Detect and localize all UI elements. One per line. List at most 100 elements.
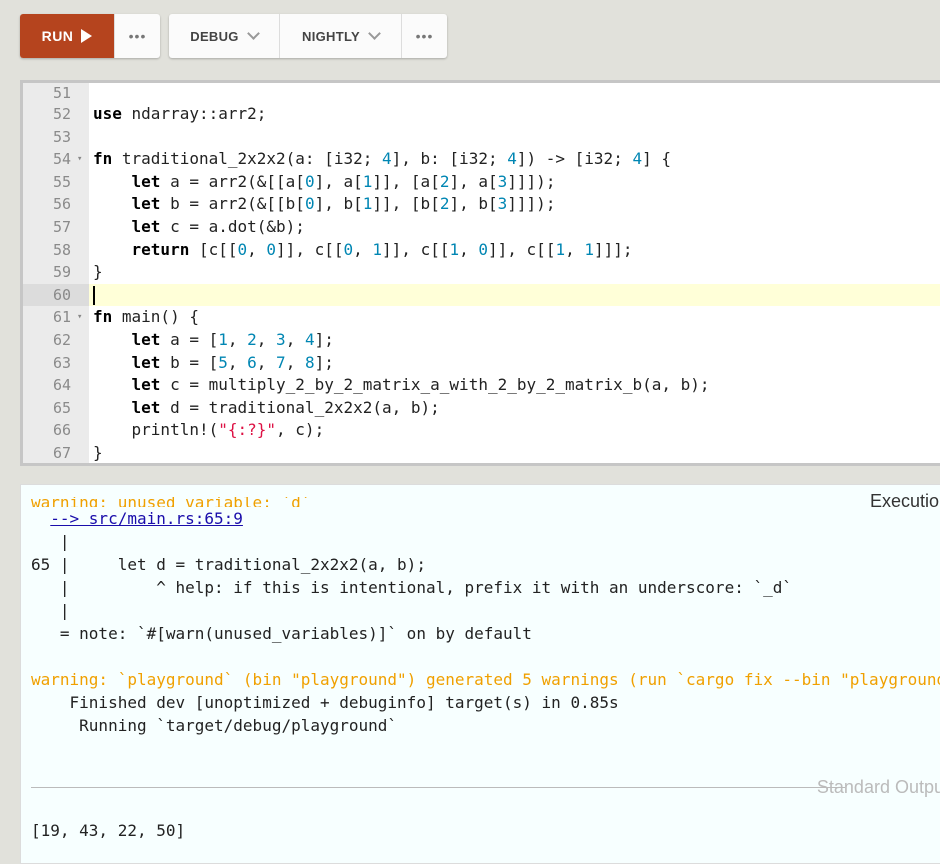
number-literal: 0 xyxy=(304,171,315,191)
code-line[interactable]: 62 let a = [1, 2, 3, 4]; xyxy=(23,329,940,352)
number-literal: 0 xyxy=(304,194,315,214)
line-number: 64 xyxy=(52,376,71,395)
code-line[interactable]: 65 let d = traditional_2x2x2(a, b); xyxy=(23,397,940,420)
number-literal: 0 xyxy=(478,239,489,259)
number-literal: 3 xyxy=(497,171,508,191)
code-text: let b = [5, 6, 7, 8]; xyxy=(131,352,334,372)
number-literal: 7 xyxy=(276,352,286,372)
line-number: 54 xyxy=(52,150,71,169)
number-literal: 0 xyxy=(266,239,277,259)
string-literal: "{:?}" xyxy=(218,420,277,440)
stdout-result: [19, 43, 22, 50] xyxy=(31,821,186,840)
number-literal: 3 xyxy=(497,194,508,214)
code-line[interactable]: 66 println!("{:?}", c); xyxy=(23,419,940,442)
keyword: fn xyxy=(93,307,113,327)
number-literal: 5 xyxy=(218,352,228,372)
build-mode-button[interactable]: DEBUG xyxy=(169,14,279,58)
code-line[interactable]: 55 let a = arr2(&[[a[0], a[1]], [a[2], a… xyxy=(23,171,940,194)
output-line: Finished dev [unoptimized + debuginfo] t… xyxy=(31,693,619,712)
number-literal: 4 xyxy=(507,149,517,169)
line-number: 65 xyxy=(52,398,71,417)
number-literal: 1 xyxy=(362,194,373,214)
code-lines: 51 52 use ndarray::arr2; 53 54 ▾ fn traditiona… xyxy=(23,83,940,463)
keyword: return xyxy=(131,239,190,259)
code-line[interactable]: 53 xyxy=(23,126,940,149)
code-line[interactable]: 58 return [c[[0, 0]], c[[0, 1]], c[[1, 0… xyxy=(23,239,940,262)
build-mode-label: DEBUG xyxy=(190,28,239,44)
output-panel: Execution warning: unused variable: `d` … xyxy=(20,484,940,864)
code-line[interactable]: 54 ▾ fn traditional_2x2x2(a: [i32; 4], b: … xyxy=(23,148,940,171)
code-text: let d = traditional_2x2x2(a, b); xyxy=(131,397,440,417)
text-cursor xyxy=(93,285,95,305)
source-location-link[interactable]: --> src/main.rs:65:9 xyxy=(31,507,940,530)
output-line: | ^ help: if this is intentional, prefix… xyxy=(31,578,792,597)
line-number: 63 xyxy=(52,353,71,372)
keyword: let xyxy=(131,375,161,395)
number-literal: 6 xyxy=(247,352,257,372)
output-divider xyxy=(31,787,845,788)
line-number: 62 xyxy=(52,330,71,349)
run-button[interactable]: RUN xyxy=(20,14,114,58)
code-line[interactable]: 52 use ndarray::arr2; xyxy=(23,103,940,126)
line-number: 61 xyxy=(52,308,71,327)
code-text: let a = [1, 2, 3, 4]; xyxy=(131,329,334,349)
code-line[interactable]: 56 let b = arr2(&[[b[0], b[1]], [b[2], b… xyxy=(23,193,940,216)
chevron-down-icon xyxy=(246,27,260,40)
keyword: let xyxy=(131,216,161,236)
play-icon xyxy=(81,29,93,43)
code-text: let c = multiply_2_by_2_matrix_a_with_2_… xyxy=(131,375,710,395)
code-line[interactable]: 60 xyxy=(23,283,940,307)
code-line[interactable]: 51 xyxy=(23,83,940,103)
code-line[interactable]: 64 let c = multiply_2_by_2_matrix_a_with… xyxy=(23,374,940,397)
output-line: = note: `#[warn(unused_variables)]` on b… xyxy=(31,624,532,643)
line-number: 52 xyxy=(52,105,71,123)
keyword: use xyxy=(93,104,122,123)
code-line[interactable]: 63 let b = [5, 6, 7, 8]; xyxy=(23,352,940,375)
code-text: fn main() { xyxy=(93,307,199,327)
config-more-button[interactable]: ••• xyxy=(401,14,447,58)
output-line: Running `target/debug/playground` xyxy=(31,716,398,735)
number-literal: 1 xyxy=(218,329,228,349)
number-literal: 1 xyxy=(372,239,383,259)
line-number: 51 xyxy=(52,84,71,102)
code-text: let b = arr2(&[[b[0], b[1]], [b[2], b[3]… xyxy=(131,194,556,214)
channel-button[interactable]: NIGHTLY xyxy=(279,14,401,58)
config-button-group: DEBUG NIGHTLY ••• xyxy=(169,14,447,58)
keyword: let xyxy=(131,171,161,191)
number-literal: 4 xyxy=(381,149,392,169)
line-number: 58 xyxy=(52,240,71,259)
code-text: return [c[[0, 0]], c[[0, 1]], c[[1, 0]],… xyxy=(131,239,633,259)
fold-arrow-icon[interactable]: ▾ xyxy=(77,306,82,329)
run-button-group: RUN ••• xyxy=(20,14,160,58)
keyword: let xyxy=(131,194,161,214)
code-line[interactable]: 59} xyxy=(23,261,940,284)
source-link[interactable]: --> src/main.rs:65:9 xyxy=(50,509,243,528)
keyword: let xyxy=(131,352,161,372)
number-literal: 1 xyxy=(362,171,373,191)
fold-arrow-icon[interactable]: ▾ xyxy=(77,148,82,171)
number-literal: 2 xyxy=(439,171,450,191)
more-options-button[interactable]: ••• xyxy=(114,14,160,58)
line-number: 56 xyxy=(52,195,71,214)
code-editor[interactable]: 51 52 use ndarray::arr2; 53 54 ▾ fn traditiona… xyxy=(20,80,940,466)
output-line: | xyxy=(31,532,70,551)
run-label: RUN xyxy=(41,28,74,44)
code-line[interactable]: 67} xyxy=(23,442,940,463)
code-text: } xyxy=(93,262,103,282)
line-number: 60 xyxy=(52,285,71,304)
line-number: 59 xyxy=(52,263,71,282)
warning-line: warning: `playground` (bin "playground")… xyxy=(31,670,940,689)
code-text: use ndarray::arr2; xyxy=(93,104,267,123)
output-line: 65 | let d = traditional_2x2x2(a, b); xyxy=(31,555,426,574)
keyword: let xyxy=(131,329,161,349)
code-line[interactable]: 61 ▾ fn main() { xyxy=(23,306,940,329)
warning-line: warning: unused variable: `d` xyxy=(31,497,311,507)
line-number: 55 xyxy=(52,172,71,191)
code-text: let a = arr2(&[[a[0], a[1]], [a[2], a[3]… xyxy=(131,171,556,191)
number-literal: 1 xyxy=(584,239,594,259)
code-line[interactable]: 57 let c = a.dot(&b); xyxy=(23,216,940,239)
code-text: fn traditional_2x2x2(a: [i32; 4], b: [i3… xyxy=(93,149,671,169)
number-literal: 3 xyxy=(276,329,286,349)
number-literal: 4 xyxy=(632,149,643,169)
output-line: | xyxy=(31,601,70,620)
